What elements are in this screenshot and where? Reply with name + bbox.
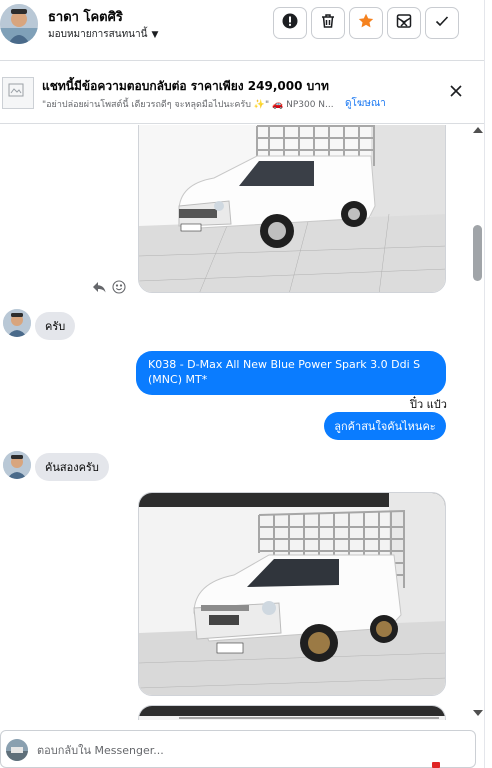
spam-button[interactable]	[387, 7, 421, 39]
message-text: ครับ	[45, 320, 66, 333]
outgoing-message-bubble[interactable]: ลูกค้าสนใจคันไหนคะ	[324, 412, 446, 440]
contact-avatar-small[interactable]	[3, 309, 31, 337]
assign-label: มอบหมายการสนทนานี้	[48, 29, 148, 40]
notification-marker	[432, 762, 440, 768]
view-ad-link[interactable]: ดูโฆษณา	[345, 96, 386, 111]
ad-subtitle: "อย่าปล่อยผ่านโพสต์นี้ เดียวรถดีๆ จะหลุด…	[42, 100, 334, 110]
message-photo-partial[interactable]	[138, 705, 446, 720]
contact-avatar[interactable]	[0, 4, 38, 44]
reply-composer	[0, 730, 476, 768]
ad-reply-notice: แชทนี้มีข้อความตอบกลับต่อ ราคาเพียง 249,…	[0, 60, 492, 124]
message-text: คันสองครับ	[45, 461, 99, 474]
sender-name-label: ปิ๋ว แป๋ว	[410, 398, 447, 411]
reply-input[interactable]	[37, 739, 457, 761]
incoming-message-bubble[interactable]: คันสองครับ	[35, 453, 109, 481]
star-icon	[357, 12, 375, 34]
message-text: ลูกค้าสนใจคันไหนคะ	[334, 420, 436, 433]
conversation-header: ธาดา โคตศิริ มอบหมายการสนทนานี้ ▼	[0, 0, 492, 56]
check-icon	[433, 12, 451, 34]
ad-thumbnail-broken-image-icon[interactable]	[2, 77, 34, 109]
scroll-up-arrow-icon[interactable]	[473, 127, 483, 133]
mark-done-button[interactable]	[425, 7, 459, 39]
reply-icon[interactable]	[92, 281, 106, 293]
delete-button[interactable]	[311, 7, 345, 39]
smiley-reaction-icon[interactable]	[112, 280, 126, 294]
scroll-down-arrow-icon[interactable]	[473, 710, 483, 716]
message-photo-truck-2[interactable]	[138, 492, 446, 696]
scroll-thumb[interactable]	[473, 225, 482, 281]
message-text: K038 - D-Max All New Blue Power Spark 3.…	[148, 358, 421, 386]
trash-icon	[319, 12, 337, 34]
spam-icon	[395, 12, 413, 34]
close-icon[interactable]	[445, 80, 467, 102]
window-edge	[484, 0, 492, 768]
alert-circle-icon	[281, 12, 299, 34]
outgoing-message-bubble[interactable]: K038 - D-Max All New Blue Power Spark 3.…	[136, 351, 446, 395]
thread-scrollbar[interactable]	[470, 125, 484, 720]
message-thread: ครับ K038 - D-Max All New Blue Power Spa…	[0, 125, 470, 720]
contact-name[interactable]: ธาดา โคตศิริ	[48, 6, 123, 27]
message-photo-truck-1[interactable]	[138, 125, 446, 293]
chevron-down-icon: ▼	[151, 29, 159, 40]
report-button[interactable]	[273, 7, 307, 39]
star-button[interactable]	[349, 7, 383, 39]
message-actions	[92, 280, 126, 294]
page-avatar	[6, 739, 28, 761]
ad-title: แชทนี้มีข้อความตอบกลับต่อ ราคาเพียง 249,…	[42, 79, 329, 93]
assign-conversation-dropdown[interactable]: มอบหมายการสนทนานี้ ▼	[48, 27, 158, 42]
incoming-message-bubble[interactable]: ครับ	[35, 312, 76, 340]
contact-avatar-small[interactable]	[3, 451, 31, 479]
